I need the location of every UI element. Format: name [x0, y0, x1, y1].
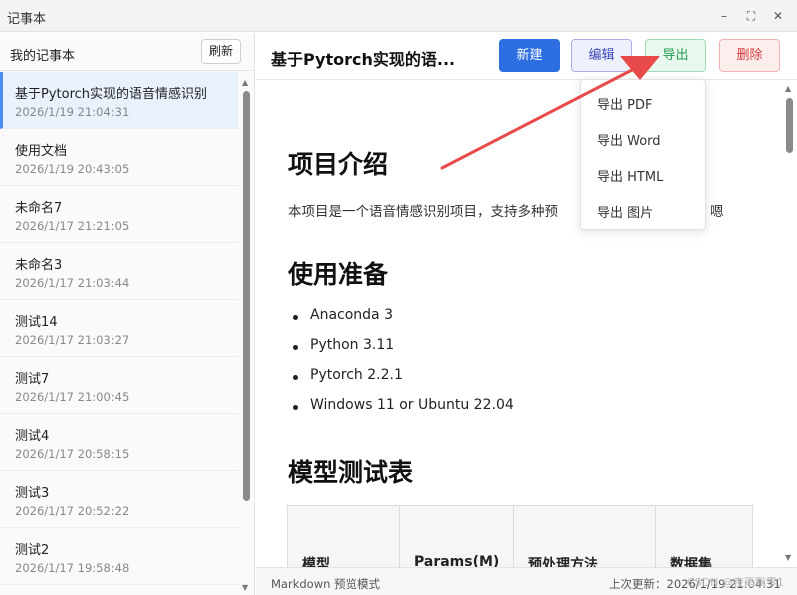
document-title: 基于Pytorch实现的语...: [271, 50, 456, 69]
note-time: 2026/1/17 20:52:22: [15, 504, 130, 518]
export-image-item[interactable]: 导出 图片: [597, 202, 653, 221]
heading-prep: 使用准备: [288, 260, 389, 289]
export-dropdown: 导出 PDF 导出 Word 导出 HTML 导出 图片: [580, 79, 706, 230]
note-list-item[interactable]: 测试3 2026/1/17 20:52:22: [0, 471, 238, 528]
content-scrollbar[interactable]: [786, 98, 793, 153]
list-item: Anaconda 3: [290, 307, 514, 337]
note-list-item[interactable]: 使用文档 2026/1/19 20:43:05: [0, 129, 238, 186]
note-title: 未命名7: [15, 201, 63, 216]
note-time: 2026/1/17 21:00:45: [15, 390, 130, 404]
window-title: 记事本: [7, 12, 47, 27]
note-title: 测试4: [15, 429, 50, 444]
sidebar: 我的记事本 刷新 基于Pytorch实现的语音情感识别 2026/1/19 21…: [0, 33, 255, 595]
list-item: Python 3.11: [290, 337, 514, 367]
prep-list: Anaconda 3 Python 3.11 Pytorch 2.2.1 Win…: [290, 307, 514, 427]
table-header-cell: 模型: [288, 506, 400, 567]
note-list-item[interactable]: 未命名3 2026/1/17 21:03:44: [0, 243, 238, 300]
refresh-button[interactable]: 刷新: [201, 39, 241, 64]
export-pdf-item[interactable]: 导出 PDF: [597, 94, 652, 113]
close-icon[interactable]: ✕: [768, 6, 788, 26]
note-time: 2026/1/19 21:04:31: [15, 105, 130, 119]
heading-table: 模型测试表: [288, 458, 414, 487]
model-table: 模型 Params(M) 预处理方法 数据集: [287, 505, 753, 567]
document-header: 基于Pytorch实现的语... 新建 编辑 导出 删除: [256, 33, 797, 80]
title-bar: 记事本 – ⛶ ✕: [0, 0, 797, 32]
scroll-up-icon[interactable]: ▲: [785, 84, 791, 93]
note-time: 2026/1/17 21:03:44: [15, 276, 130, 290]
note-time: 2026/1/17 19:58:48: [15, 561, 130, 575]
new-button[interactable]: 新建: [499, 39, 560, 72]
heading-intro: 项目介绍: [288, 150, 389, 179]
sidebar-scrollbar[interactable]: [243, 91, 250, 501]
note-title: 测试7: [15, 372, 50, 387]
note-title: 基于Pytorch实现的语音情感识别: [15, 87, 208, 102]
list-item: Windows 11 or Ubuntu 22.04: [290, 397, 514, 427]
delete-button[interactable]: 删除: [719, 39, 780, 72]
sidebar-label: 我的记事本: [10, 49, 76, 64]
note-list-item[interactable]: 测试14 2026/1/17 21:03:27: [0, 300, 238, 357]
table-header-cell: Params(M): [400, 506, 514, 567]
minimize-icon[interactable]: –: [714, 6, 734, 26]
intro-text: 本项目是一个语音情感识别项目，支持多种预: [288, 204, 558, 220]
watermark: CSDN @夜雨飘零1: [687, 576, 784, 589]
edit-button[interactable]: 编辑: [571, 39, 632, 72]
export-html-item[interactable]: 导出 HTML: [597, 166, 663, 185]
note-list-item[interactable]: 基于Pytorch实现的语音情感识别 2026/1/19 21:04:31: [0, 72, 238, 129]
intro-text-tail: 嗯: [710, 204, 724, 220]
scroll-down-icon[interactable]: ▼: [242, 583, 248, 592]
table-header-cell: 数据集: [670, 557, 712, 567]
scroll-down-icon[interactable]: ▼: [785, 553, 791, 562]
note-time: 2026/1/17 21:03:27: [15, 333, 130, 347]
note-title: 测试14: [15, 315, 58, 330]
note-time: 2026/1/17 21:21:05: [15, 219, 130, 233]
note-list-item[interactable]: 测试4 2026/1/17 20:58:15: [0, 414, 238, 471]
note-list-item[interactable]: 测试2 2026/1/17 19:58:48: [0, 528, 238, 585]
note-title: 使用文档: [15, 144, 68, 159]
table-header-cell: 预处理方法: [514, 506, 656, 567]
note-list-item[interactable]: 未命名7 2026/1/17 21:21:05: [0, 186, 238, 243]
note-time: 2026/1/17 20:58:15: [15, 447, 130, 461]
note-title: 测试3: [15, 486, 50, 501]
maximize-icon[interactable]: ⛶: [741, 6, 761, 26]
note-list: 基于Pytorch实现的语音情感识别 2026/1/19 21:04:31 使用…: [0, 72, 238, 585]
list-item: Pytorch 2.2.1: [290, 367, 514, 397]
scroll-up-icon[interactable]: ▲: [242, 78, 248, 87]
note-title: 未命名3: [15, 258, 63, 273]
note-time: 2026/1/19 20:43:05: [15, 162, 130, 176]
export-word-item[interactable]: 导出 Word: [597, 130, 661, 149]
note-list-item[interactable]: 测试7 2026/1/17 21:00:45: [0, 357, 238, 414]
note-title: 测试2: [15, 543, 50, 558]
sidebar-header: 我的记事本 刷新: [0, 33, 254, 71]
intro-paragraph: 本项目是一个语音情感识别项目，支持多种预 嗯: [288, 200, 724, 220]
export-button[interactable]: 导出: [645, 39, 706, 72]
preview-mode-label: Markdown 预览模式: [271, 577, 381, 591]
